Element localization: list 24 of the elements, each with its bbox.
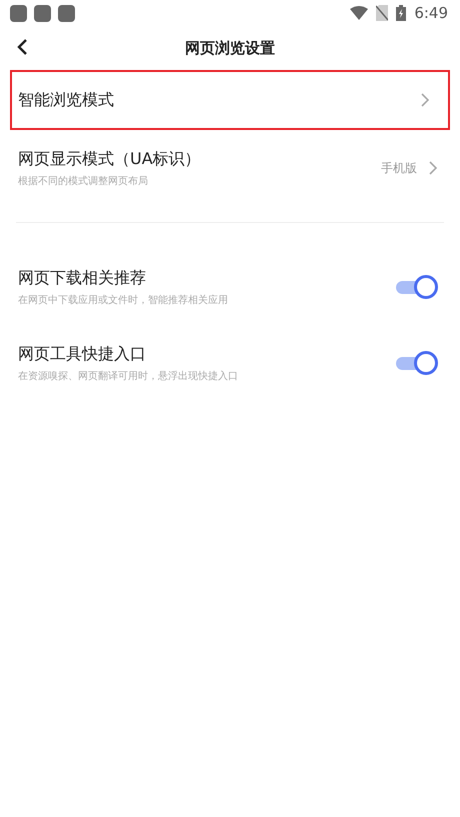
setting-title: 网页工具快捷入口 [18, 344, 147, 364]
setting-value: 手机版 [381, 160, 417, 176]
setting-title: 网页显示模式（UA标识） [18, 148, 201, 170]
notification-icon [10, 4, 27, 22]
setting-description: 在资源嗅探、网页翻译可用时，悬浮出现快捷入口 [18, 370, 238, 382]
setting-description: 根据不同的模式调整网页布局 [18, 174, 149, 188]
toggle-switch[interactable] [396, 351, 438, 375]
setting-description: 在网页中下载应用或文件时，智能推荐相关应用 [18, 294, 228, 306]
status-time: 6:49 [414, 4, 448, 22]
setting-title: 网页下载相关推荐 [18, 268, 147, 288]
chevron-icon [421, 93, 430, 107]
settings-row[interactable]: 智能浏览模式 [10, 70, 450, 130]
settings-row[interactable]: 网页显示模式（UA标识） 根据不同的模式调整网页布局 手机版 [0, 130, 460, 206]
chevron-icon [429, 161, 438, 175]
setting-title: 智能浏览模式 [18, 90, 114, 110]
settings-row[interactable]: 网页下载相关推荐 在网页中下载应用或文件时，智能推荐相关应用 [0, 249, 460, 325]
battery-charging-icon [396, 5, 406, 21]
wifi-icon [350, 6, 368, 20]
notification-icon [58, 4, 75, 22]
no-sim-icon [376, 5, 388, 21]
toggle-switch[interactable] [396, 275, 438, 299]
notification-icon [34, 4, 51, 22]
settings-row[interactable]: 网页工具快捷入口 在资源嗅探、网页翻译可用时，悬浮出现快捷入口 [0, 325, 460, 401]
page-title: 网页浏览设置 [185, 38, 275, 58]
